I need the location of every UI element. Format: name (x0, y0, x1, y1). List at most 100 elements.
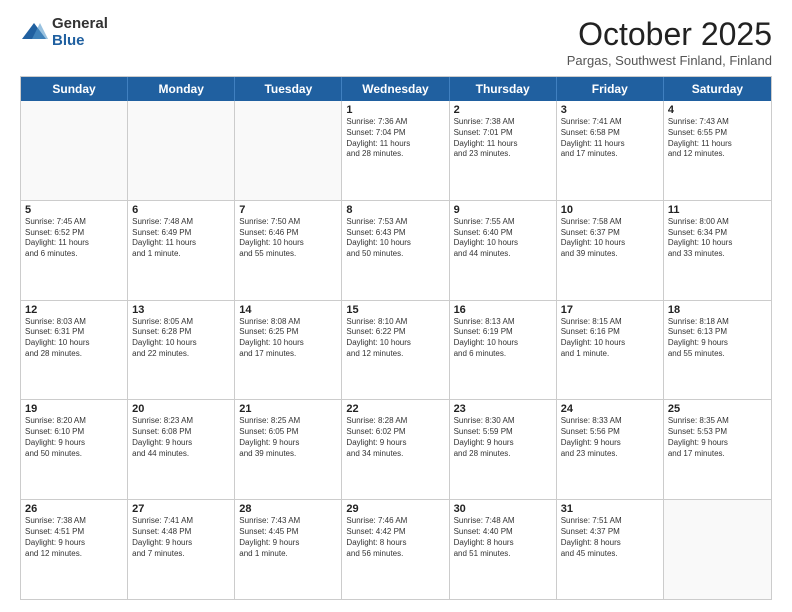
calendar-day-21: 21Sunrise: 8:25 AM Sunset: 6:05 PM Dayli… (235, 400, 342, 499)
day-number: 28 (239, 503, 337, 515)
calendar-day-15: 15Sunrise: 8:10 AM Sunset: 6:22 PM Dayli… (342, 301, 449, 400)
calendar: SundayMondayTuesdayWednesdayThursdayFrid… (20, 76, 772, 600)
page: General Blue October 2025 Pargas, Southw… (0, 0, 792, 612)
calendar-header: SundayMondayTuesdayWednesdayThursdayFrid… (21, 77, 771, 101)
logo-text: General Blue (52, 16, 108, 49)
calendar-week-2: 5Sunrise: 7:45 AM Sunset: 6:52 PM Daylig… (21, 201, 771, 301)
day-number: 20 (132, 403, 230, 415)
day-info: Sunrise: 8:15 AM Sunset: 6:16 PM Dayligh… (561, 317, 659, 360)
header-day-monday: Monday (128, 77, 235, 101)
day-info: Sunrise: 7:38 AM Sunset: 4:51 PM Dayligh… (25, 516, 123, 559)
day-info: Sunrise: 7:55 AM Sunset: 6:40 PM Dayligh… (454, 217, 552, 260)
day-info: Sunrise: 8:00 AM Sunset: 6:34 PM Dayligh… (668, 217, 767, 260)
day-info: Sunrise: 7:36 AM Sunset: 7:04 PM Dayligh… (346, 117, 444, 160)
day-info: Sunrise: 8:03 AM Sunset: 6:31 PM Dayligh… (25, 317, 123, 360)
day-info: Sunrise: 8:13 AM Sunset: 6:19 PM Dayligh… (454, 317, 552, 360)
day-info: Sunrise: 8:35 AM Sunset: 5:53 PM Dayligh… (668, 416, 767, 459)
day-number: 5 (25, 204, 123, 216)
day-number: 26 (25, 503, 123, 515)
day-info: Sunrise: 7:58 AM Sunset: 6:37 PM Dayligh… (561, 217, 659, 260)
day-info: Sunrise: 8:18 AM Sunset: 6:13 PM Dayligh… (668, 317, 767, 360)
day-info: Sunrise: 8:10 AM Sunset: 6:22 PM Dayligh… (346, 317, 444, 360)
calendar-day-3: 3Sunrise: 7:41 AM Sunset: 6:58 PM Daylig… (557, 101, 664, 200)
calendar-day-18: 18Sunrise: 8:18 AM Sunset: 6:13 PM Dayli… (664, 301, 771, 400)
day-number: 13 (132, 304, 230, 316)
day-number: 12 (25, 304, 123, 316)
calendar-day-6: 6Sunrise: 7:48 AM Sunset: 6:49 PM Daylig… (128, 201, 235, 300)
day-number: 22 (346, 403, 444, 415)
header-day-sunday: Sunday (21, 77, 128, 101)
day-info: Sunrise: 7:43 AM Sunset: 4:45 PM Dayligh… (239, 516, 337, 559)
day-number: 31 (561, 503, 659, 515)
day-number: 27 (132, 503, 230, 515)
header-day-saturday: Saturday (664, 77, 771, 101)
calendar-day-empty (664, 500, 771, 599)
day-info: Sunrise: 8:23 AM Sunset: 6:08 PM Dayligh… (132, 416, 230, 459)
day-info: Sunrise: 7:43 AM Sunset: 6:55 PM Dayligh… (668, 117, 767, 160)
calendar-day-8: 8Sunrise: 7:53 AM Sunset: 6:43 PM Daylig… (342, 201, 449, 300)
day-number: 3 (561, 104, 659, 116)
day-info: Sunrise: 7:48 AM Sunset: 6:49 PM Dayligh… (132, 217, 230, 260)
calendar-day-28: 28Sunrise: 7:43 AM Sunset: 4:45 PM Dayli… (235, 500, 342, 599)
day-info: Sunrise: 8:33 AM Sunset: 5:56 PM Dayligh… (561, 416, 659, 459)
day-number: 18 (668, 304, 767, 316)
day-number: 24 (561, 403, 659, 415)
calendar-day-12: 12Sunrise: 8:03 AM Sunset: 6:31 PM Dayli… (21, 301, 128, 400)
day-number: 6 (132, 204, 230, 216)
day-number: 7 (239, 204, 337, 216)
calendar-day-29: 29Sunrise: 7:46 AM Sunset: 4:42 PM Dayli… (342, 500, 449, 599)
calendar-day-13: 13Sunrise: 8:05 AM Sunset: 6:28 PM Dayli… (128, 301, 235, 400)
calendar-day-5: 5Sunrise: 7:45 AM Sunset: 6:52 PM Daylig… (21, 201, 128, 300)
day-number: 21 (239, 403, 337, 415)
calendar-day-24: 24Sunrise: 8:33 AM Sunset: 5:56 PM Dayli… (557, 400, 664, 499)
calendar-day-9: 9Sunrise: 7:55 AM Sunset: 6:40 PM Daylig… (450, 201, 557, 300)
day-number: 8 (346, 204, 444, 216)
day-number: 9 (454, 204, 552, 216)
day-info: Sunrise: 7:41 AM Sunset: 6:58 PM Dayligh… (561, 117, 659, 160)
logo-blue: Blue (52, 33, 108, 50)
day-number: 2 (454, 104, 552, 116)
header-day-wednesday: Wednesday (342, 77, 449, 101)
day-number: 10 (561, 204, 659, 216)
day-number: 1 (346, 104, 444, 116)
logo-general: General (52, 16, 108, 33)
day-info: Sunrise: 7:46 AM Sunset: 4:42 PM Dayligh… (346, 516, 444, 559)
day-number: 14 (239, 304, 337, 316)
calendar-day-19: 19Sunrise: 8:20 AM Sunset: 6:10 PM Dayli… (21, 400, 128, 499)
calendar-day-empty (128, 101, 235, 200)
calendar-day-26: 26Sunrise: 7:38 AM Sunset: 4:51 PM Dayli… (21, 500, 128, 599)
day-number: 16 (454, 304, 552, 316)
location: Pargas, Southwest Finland, Finland (567, 53, 772, 68)
calendar-body: 1Sunrise: 7:36 AM Sunset: 7:04 PM Daylig… (21, 101, 771, 599)
day-number: 30 (454, 503, 552, 515)
day-info: Sunrise: 8:28 AM Sunset: 6:02 PM Dayligh… (346, 416, 444, 459)
day-info: Sunrise: 7:53 AM Sunset: 6:43 PM Dayligh… (346, 217, 444, 260)
header-day-tuesday: Tuesday (235, 77, 342, 101)
day-number: 25 (668, 403, 767, 415)
day-info: Sunrise: 7:45 AM Sunset: 6:52 PM Dayligh… (25, 217, 123, 260)
calendar-day-14: 14Sunrise: 8:08 AM Sunset: 6:25 PM Dayli… (235, 301, 342, 400)
calendar-day-31: 31Sunrise: 7:51 AM Sunset: 4:37 PM Dayli… (557, 500, 664, 599)
calendar-day-17: 17Sunrise: 8:15 AM Sunset: 6:16 PM Dayli… (557, 301, 664, 400)
title-block: October 2025 Pargas, Southwest Finland, … (567, 16, 772, 68)
day-number: 23 (454, 403, 552, 415)
calendar-day-22: 22Sunrise: 8:28 AM Sunset: 6:02 PM Dayli… (342, 400, 449, 499)
calendar-day-1: 1Sunrise: 7:36 AM Sunset: 7:04 PM Daylig… (342, 101, 449, 200)
day-info: Sunrise: 8:08 AM Sunset: 6:25 PM Dayligh… (239, 317, 337, 360)
calendar-day-16: 16Sunrise: 8:13 AM Sunset: 6:19 PM Dayli… (450, 301, 557, 400)
day-info: Sunrise: 7:48 AM Sunset: 4:40 PM Dayligh… (454, 516, 552, 559)
header: General Blue October 2025 Pargas, Southw… (20, 16, 772, 68)
calendar-day-11: 11Sunrise: 8:00 AM Sunset: 6:34 PM Dayli… (664, 201, 771, 300)
month-title: October 2025 (567, 16, 772, 53)
day-info: Sunrise: 8:20 AM Sunset: 6:10 PM Dayligh… (25, 416, 123, 459)
logo-icon (20, 19, 48, 47)
day-info: Sunrise: 7:41 AM Sunset: 4:48 PM Dayligh… (132, 516, 230, 559)
header-day-friday: Friday (557, 77, 664, 101)
calendar-day-empty (21, 101, 128, 200)
day-number: 11 (668, 204, 767, 216)
calendar-day-empty (235, 101, 342, 200)
day-number: 15 (346, 304, 444, 316)
day-info: Sunrise: 8:30 AM Sunset: 5:59 PM Dayligh… (454, 416, 552, 459)
calendar-day-7: 7Sunrise: 7:50 AM Sunset: 6:46 PM Daylig… (235, 201, 342, 300)
calendar-day-23: 23Sunrise: 8:30 AM Sunset: 5:59 PM Dayli… (450, 400, 557, 499)
